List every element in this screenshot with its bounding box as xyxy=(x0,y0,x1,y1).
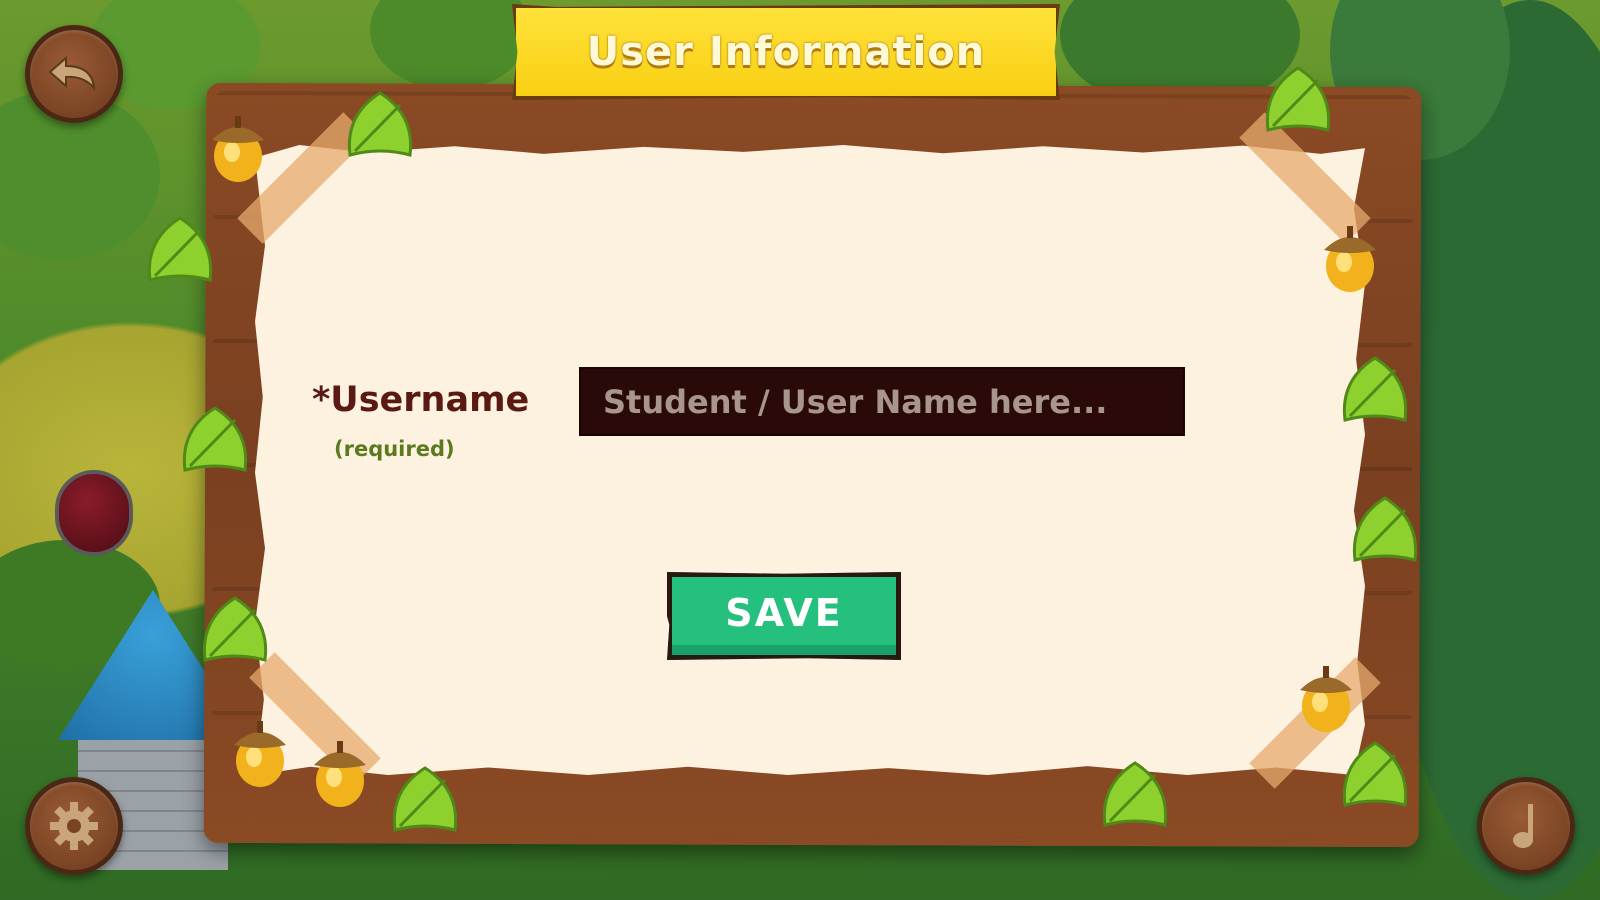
acorn-icon xyxy=(314,741,366,807)
tree xyxy=(370,0,530,90)
oak-leaf-icon xyxy=(182,406,248,472)
settings-button[interactable] xyxy=(25,777,123,875)
acorn-icon xyxy=(1300,666,1352,732)
acorn-icon xyxy=(234,721,286,787)
back-arrow-icon xyxy=(48,55,96,92)
oak-leaf-icon xyxy=(1342,741,1408,807)
acorn-icon xyxy=(1324,226,1376,292)
oak-leaf-icon xyxy=(147,216,213,282)
acorn-icon xyxy=(212,116,264,182)
oak-leaf-icon xyxy=(1265,66,1331,132)
oak-leaf-icon xyxy=(1352,496,1418,562)
page-title: User Information xyxy=(586,29,986,75)
oak-leaf-icon xyxy=(1102,761,1168,827)
save-button[interactable]: SAVE xyxy=(667,572,901,660)
oak-leaf-icon xyxy=(202,596,268,662)
username-required-note: (required) xyxy=(334,437,455,461)
oak-leaf-icon xyxy=(1342,356,1408,422)
oak-leaf-icon xyxy=(347,91,413,157)
back-button[interactable] xyxy=(25,25,123,123)
username-input[interactable] xyxy=(579,367,1185,436)
music-button[interactable] xyxy=(1477,777,1575,875)
red-post xyxy=(55,470,133,556)
save-button-label: SAVE xyxy=(725,591,843,635)
oak-leaf-icon xyxy=(392,766,458,832)
gear-icon xyxy=(50,802,98,850)
username-label: *Username xyxy=(312,380,530,420)
music-note-icon xyxy=(1513,804,1533,848)
title-banner: User Information xyxy=(512,4,1060,100)
